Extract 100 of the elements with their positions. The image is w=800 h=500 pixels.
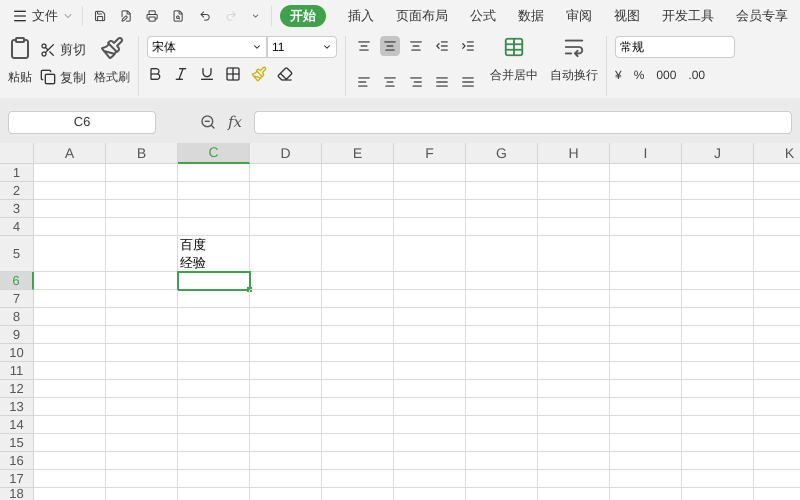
name-box[interactable]: C6 bbox=[8, 110, 156, 134]
row-header[interactable]: 2 bbox=[0, 182, 34, 200]
ribbon-tab[interactable]: 开发工具 bbox=[662, 5, 714, 27]
row-header[interactable]: 7 bbox=[0, 290, 34, 308]
table-cell bbox=[466, 470, 538, 488]
column-header[interactable]: K bbox=[754, 143, 800, 164]
table-cell bbox=[538, 434, 610, 452]
table-cell bbox=[34, 236, 106, 272]
row-header[interactable]: 17 bbox=[0, 470, 34, 488]
number-format-button[interactable]: ¥ bbox=[615, 66, 622, 84]
preview-icon[interactable] bbox=[172, 8, 185, 24]
function-button[interactable]: fx bbox=[228, 110, 242, 134]
column-header[interactable]: G bbox=[466, 143, 538, 164]
table-cell bbox=[538, 398, 610, 416]
active-cell[interactable] bbox=[178, 272, 250, 290]
row-header[interactable]: 5 bbox=[0, 236, 34, 272]
row-header[interactable]: 8 bbox=[0, 308, 34, 326]
underline-icon[interactable] bbox=[199, 66, 215, 82]
table-cell bbox=[394, 380, 466, 398]
print-icon[interactable] bbox=[146, 8, 158, 24]
column-header[interactable]: A bbox=[34, 143, 106, 164]
row-header[interactable]: 15 bbox=[0, 434, 34, 452]
row-header[interactable]: 1 bbox=[0, 164, 34, 182]
table-cell bbox=[106, 380, 178, 398]
row-header[interactable]: 12 bbox=[0, 380, 34, 398]
row-header[interactable]: 11 bbox=[0, 362, 34, 380]
borders-icon[interactable] bbox=[225, 66, 241, 82]
ribbon-tab[interactable]: 审阅 bbox=[566, 5, 592, 27]
formula-input[interactable] bbox=[254, 110, 792, 134]
table-cell bbox=[466, 398, 538, 416]
table-cell bbox=[394, 362, 466, 380]
table-cell bbox=[178, 164, 250, 182]
ribbon-tab[interactable]: 公式 bbox=[470, 5, 496, 27]
eraser-icon[interactable] bbox=[277, 66, 293, 82]
table-cell bbox=[466, 380, 538, 398]
save-icon[interactable] bbox=[94, 8, 106, 24]
table-cell bbox=[322, 308, 394, 326]
font-name-field[interactable]: 宋体 bbox=[147, 36, 267, 58]
table-cell bbox=[538, 272, 610, 290]
ribbon-tab[interactable]: 视图 bbox=[614, 5, 640, 27]
align-icon bbox=[383, 39, 397, 53]
column-header[interactable]: I bbox=[610, 143, 682, 164]
column-header[interactable]: B bbox=[106, 143, 178, 164]
row-header[interactable]: 18 bbox=[0, 488, 34, 500]
format-painter-button[interactable]: 格式刷 bbox=[94, 36, 130, 96]
table-cell bbox=[682, 182, 754, 200]
middle-align-button[interactable] bbox=[380, 36, 400, 56]
table-cell bbox=[106, 182, 178, 200]
ribbon-tab[interactable]: 数据 bbox=[518, 5, 544, 27]
fill-handle[interactable] bbox=[247, 287, 252, 292]
row-header[interactable]: 3 bbox=[0, 200, 34, 218]
row-header[interactable]: 10 bbox=[0, 344, 34, 362]
column-header[interactable]: D bbox=[250, 143, 322, 164]
row-header[interactable]: 4 bbox=[0, 218, 34, 236]
table-cell bbox=[322, 236, 394, 272]
number-format-field[interactable]: 常规 bbox=[615, 36, 735, 58]
table-cell bbox=[610, 416, 682, 434]
table-cell bbox=[178, 434, 250, 452]
table-cell bbox=[322, 452, 394, 470]
column-header[interactable]: H bbox=[538, 143, 610, 164]
column-header[interactable]: E bbox=[322, 143, 394, 164]
table-cell bbox=[250, 236, 322, 272]
paste-button[interactable]: 粘贴 bbox=[8, 36, 32, 96]
table-cell bbox=[394, 470, 466, 488]
ribbon-tab[interactable]: 页面布局 bbox=[396, 5, 448, 27]
table-cell bbox=[682, 452, 754, 470]
row-header[interactable]: 16 bbox=[0, 452, 34, 470]
ribbon-tab[interactable]: 会员专享 bbox=[736, 5, 788, 27]
merge-center-button[interactable]: 合并居中 bbox=[490, 36, 538, 96]
zoom-icon[interactable] bbox=[200, 114, 216, 130]
number-format-button[interactable]: 000 bbox=[656, 66, 676, 84]
row-header[interactable]: 14 bbox=[0, 416, 34, 434]
italic-icon[interactable] bbox=[173, 66, 189, 82]
font-size-field[interactable]: 11 bbox=[267, 36, 337, 58]
table-cell bbox=[250, 326, 322, 344]
wrap-text-button[interactable]: 自动换行 bbox=[550, 36, 598, 96]
ribbon-tab[interactable]: 开始 bbox=[280, 5, 326, 27]
table-cell bbox=[250, 308, 322, 326]
table-cell bbox=[322, 380, 394, 398]
table-cell bbox=[106, 398, 178, 416]
table-cell bbox=[466, 200, 538, 218]
align-icon bbox=[409, 75, 423, 89]
table-cell bbox=[394, 416, 466, 434]
copy-button[interactable]: 复制 bbox=[40, 68, 86, 87]
column-header[interactable]: F bbox=[394, 143, 466, 164]
number-format-button[interactable]: % bbox=[634, 66, 644, 84]
table-cell bbox=[466, 182, 538, 200]
ribbon-tab[interactable]: 插入 bbox=[348, 5, 374, 27]
table-cell bbox=[610, 344, 682, 362]
row-header[interactable]: 13 bbox=[0, 398, 34, 416]
column-header[interactable]: J bbox=[682, 143, 754, 164]
file-menu[interactable]: 文件 bbox=[12, 6, 74, 26]
align-icon bbox=[461, 39, 475, 53]
cut-button[interactable]: 剪切 bbox=[40, 40, 86, 60]
row-header[interactable]: 9 bbox=[0, 326, 34, 344]
table-cell bbox=[250, 398, 322, 416]
table-cell bbox=[106, 434, 178, 452]
table-cell bbox=[394, 308, 466, 326]
table-cell bbox=[178, 452, 250, 470]
number-format-button[interactable]: .00 bbox=[688, 66, 706, 84]
